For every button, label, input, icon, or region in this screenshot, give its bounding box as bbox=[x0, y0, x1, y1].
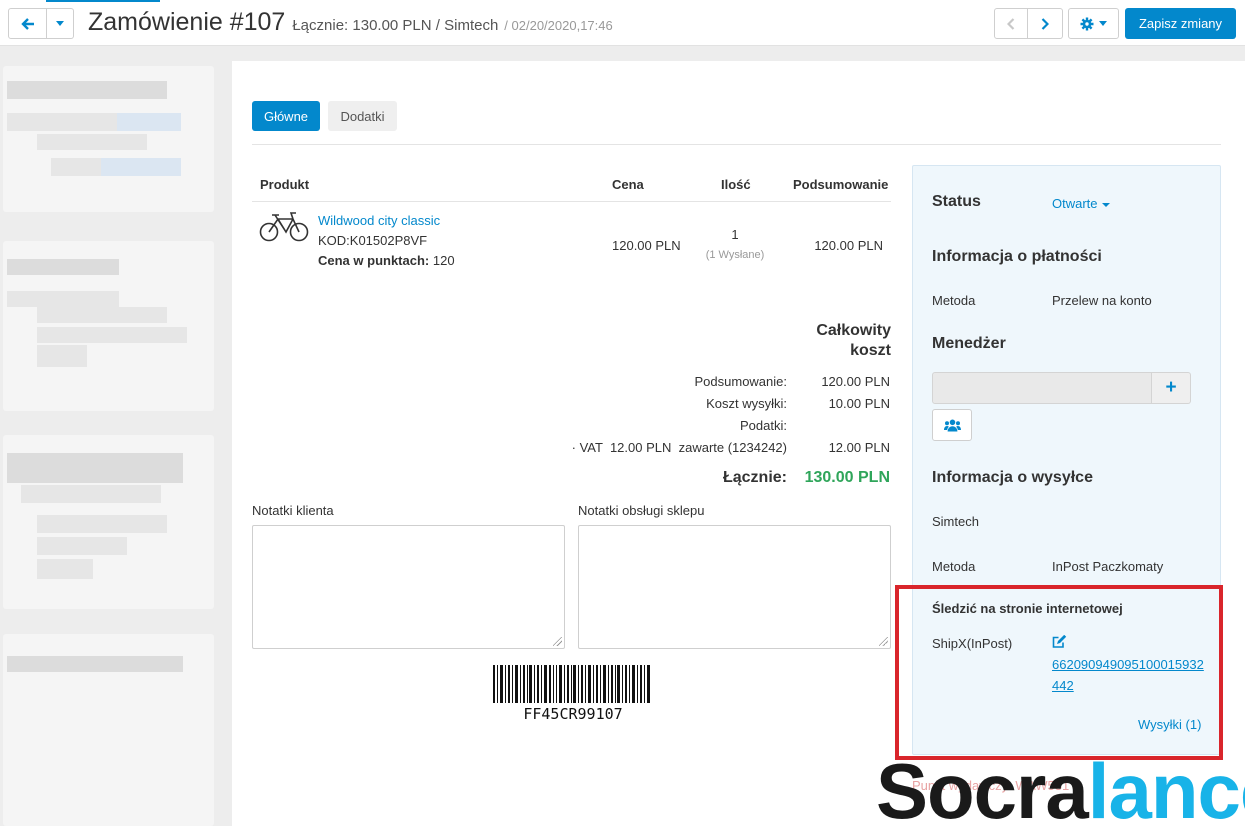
history-dropdown-button[interactable] bbox=[47, 8, 74, 39]
barcode-number: FF45CR99107 bbox=[523, 705, 623, 723]
shipping-company: Simtech bbox=[932, 514, 979, 529]
select-users-button[interactable] bbox=[932, 409, 972, 441]
users-icon bbox=[943, 419, 961, 431]
settings-dropdown-button[interactable] bbox=[1068, 8, 1119, 39]
status-dropdown[interactable]: Otwarte bbox=[1052, 196, 1110, 211]
sidebar-panel-shipping bbox=[3, 435, 214, 609]
caret-down-icon bbox=[56, 21, 64, 26]
order-date: / 02/20/2020,17:46 bbox=[504, 18, 613, 33]
column-header-qty: Ilość bbox=[721, 177, 751, 192]
status-heading: Status bbox=[932, 193, 981, 210]
column-header-product: Produkt bbox=[260, 177, 310, 192]
page-title-area: Zamówienie #107 Łącznie: 130.00 PLN / Si… bbox=[88, 8, 613, 37]
bicycle-icon bbox=[259, 212, 309, 242]
totals-label: · VAT 12.00 PLN zawarte (1234242) bbox=[571, 440, 787, 455]
sidebar-panel-billing bbox=[3, 241, 214, 411]
watermark-text-dark: Socra bbox=[876, 747, 1089, 826]
order-summary: Łącznie: 130.00 PLN / Simtech bbox=[292, 17, 499, 34]
tab-addons[interactable]: Dodatki bbox=[328, 101, 397, 131]
tab-general[interactable]: Główne bbox=[252, 101, 320, 131]
product-qty: 1 bbox=[731, 227, 739, 242]
grand-total-label: Łącznie: bbox=[722, 469, 787, 486]
status-value: Otwarte bbox=[1052, 196, 1098, 211]
top-toolbar: Zamówienie #107 Łącznie: 130.00 PLN / Si… bbox=[0, 0, 1245, 46]
customer-notes-label: Notatki klienta bbox=[252, 503, 334, 518]
points-label: Cena w punktach: bbox=[318, 253, 430, 268]
watermark-logo: Socralance bbox=[876, 746, 1245, 826]
grand-total-value: 130.00 PLN bbox=[804, 469, 890, 486]
active-indicator bbox=[46, 0, 160, 2]
totals-label: Koszt wysyłki: bbox=[706, 396, 787, 411]
table-header-divider bbox=[252, 201, 891, 202]
shipping-method-value: InPost Paczkomaty bbox=[1052, 559, 1164, 574]
settings-group bbox=[1068, 8, 1119, 39]
page-title: Zamówienie #107 bbox=[88, 8, 286, 36]
save-changes-button[interactable]: Zapisz zmiany bbox=[1125, 8, 1236, 39]
totals-heading-line2: koszt bbox=[850, 342, 891, 359]
chevron-right-icon bbox=[1041, 17, 1049, 30]
points-value: 120 bbox=[432, 253, 455, 268]
totals-label: Podsumowanie: bbox=[694, 374, 788, 389]
pager-group bbox=[994, 8, 1063, 39]
barcode-image bbox=[493, 665, 650, 703]
staff-notes-label: Notatki obsługi sklepu bbox=[578, 503, 705, 518]
staff-notes-textarea[interactable] bbox=[578, 525, 891, 649]
product-subtotal: 120.00 PLN bbox=[814, 238, 883, 253]
product-points: Cena w punktach: 120 bbox=[318, 253, 455, 268]
product-price: 120.00 PLN bbox=[612, 238, 681, 253]
tabs-divider bbox=[252, 144, 1221, 145]
totals-label: Podatki: bbox=[740, 418, 787, 433]
shipping-method-label: Metoda bbox=[932, 559, 976, 574]
sidebar-panel-extra bbox=[3, 634, 214, 826]
prev-order-button[interactable] bbox=[994, 8, 1028, 39]
totals-heading-line1: Całkowity bbox=[816, 322, 891, 339]
arrow-left-icon bbox=[20, 17, 34, 30]
payment-method-label: Metoda bbox=[932, 293, 976, 308]
totals-value: 10.00 PLN bbox=[828, 396, 890, 411]
sidebar-panel-customer bbox=[3, 66, 214, 212]
highlight-box bbox=[895, 585, 1223, 760]
totals-heading: Całkowity koszt bbox=[792, 321, 891, 361]
caret-down-icon bbox=[1099, 21, 1107, 26]
watermark-text-blue: lance bbox=[1087, 747, 1245, 826]
add-manager-button[interactable]: + bbox=[1152, 372, 1191, 404]
product-qty-shipped: (1 Wysłane) bbox=[705, 249, 765, 261]
next-order-button[interactable] bbox=[1028, 8, 1063, 39]
customer-notes-textarea[interactable] bbox=[252, 525, 565, 649]
totals-value: 120.00 PLN bbox=[821, 374, 890, 389]
resize-handle[interactable] bbox=[553, 637, 562, 646]
shipping-heading: Informacja o wysyłce bbox=[932, 469, 1093, 486]
caret-down-icon bbox=[1101, 202, 1110, 207]
resize-handle[interactable] bbox=[879, 637, 888, 646]
totals-value: 12.00 PLN bbox=[828, 440, 890, 455]
payment-method-value: Przelew na konto bbox=[1052, 293, 1152, 308]
chevron-left-icon bbox=[1007, 17, 1015, 30]
gear-icon bbox=[1080, 17, 1094, 30]
column-header-price: Cena bbox=[612, 177, 644, 192]
back-button-group bbox=[8, 8, 74, 39]
manager-input[interactable] bbox=[932, 372, 1152, 404]
plus-icon: + bbox=[1165, 377, 1177, 398]
product-link[interactable]: Wildwood city classic bbox=[318, 213, 440, 228]
product-code: KOD:K01502P8VF bbox=[318, 233, 428, 248]
payment-heading: Informacja o płatności bbox=[932, 248, 1102, 265]
manager-heading: Menedżer bbox=[932, 335, 1006, 352]
column-header-subtotal: Podsumowanie bbox=[793, 177, 889, 192]
back-button[interactable] bbox=[8, 8, 47, 39]
